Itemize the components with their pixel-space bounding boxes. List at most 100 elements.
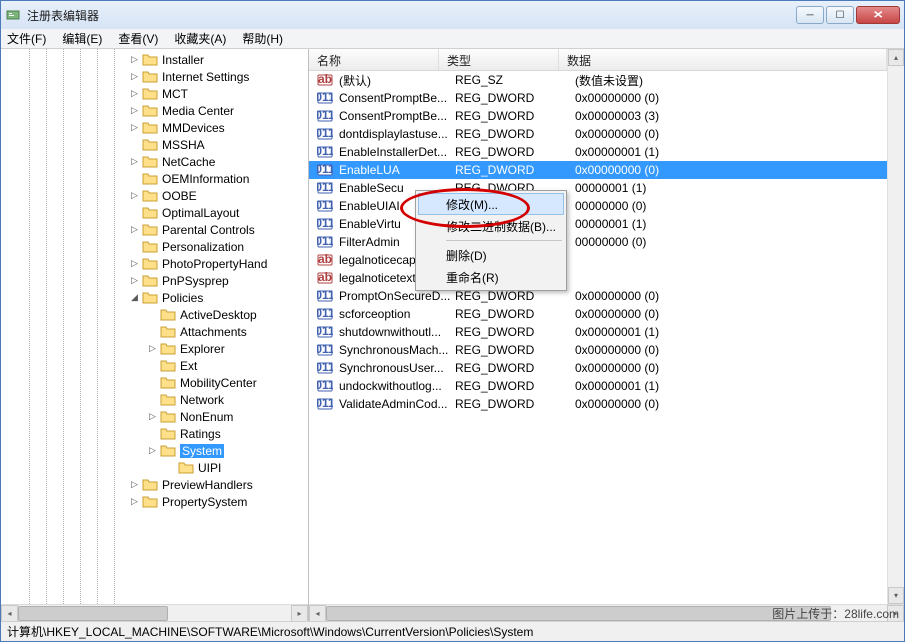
- expand-icon[interactable]: ▷: [129, 156, 140, 167]
- tree-item[interactable]: ▷PhotoPropertyHand: [1, 255, 308, 272]
- tree-item[interactable]: ▷PreviewHandlers: [1, 476, 308, 493]
- value-row[interactable]: 011shutdownwithoutl...REG_DWORD0x0000000…: [309, 323, 887, 341]
- expand-icon[interactable]: ▷: [147, 445, 158, 456]
- registry-tree[interactable]: ▷Installer▷Internet Settings▷MCT▷Media C…: [1, 49, 308, 510]
- value-row[interactable]: 011EnableInstallerDet...REG_DWORD0x00000…: [309, 143, 887, 161]
- ctx-modify-binary[interactable]: 修改二进制数据(B)...: [418, 215, 564, 237]
- tree-item[interactable]: Ratings: [1, 425, 308, 442]
- expand-icon[interactable]: ▷: [147, 411, 158, 422]
- value-row[interactable]: 011EnableUIAIREG_DWORD00000000 (0): [309, 197, 887, 215]
- ctx-rename[interactable]: 重命名(R): [418, 266, 564, 288]
- tree-item[interactable]: OptimalLayout: [1, 204, 308, 221]
- value-name: ConsentPromptBe...: [339, 109, 455, 123]
- menu-view[interactable]: 查看(V): [118, 30, 158, 47]
- ctx-modify[interactable]: 修改(M)...: [418, 193, 564, 215]
- value-data: 00000000 (0): [575, 235, 887, 249]
- scroll-down-button[interactable]: ▾: [888, 587, 904, 604]
- menu-file[interactable]: 文件(F): [7, 30, 46, 47]
- list-header[interactable]: 名称 类型 数据: [309, 49, 887, 71]
- tree-item[interactable]: ▷OOBE: [1, 187, 308, 204]
- expand-icon[interactable]: ▷: [129, 71, 140, 82]
- tree-item[interactable]: ▷ MCT: [1, 85, 308, 102]
- scroll-left-button[interactable]: ◂: [1, 605, 18, 622]
- tree-item[interactable]: ▷Installer: [1, 51, 308, 68]
- value-row[interactable]: 011ConsentPromptBe...REG_DWORD0x00000000…: [309, 89, 887, 107]
- tree-item[interactable]: ▷Internet Settings: [1, 68, 308, 85]
- value-row[interactable]: 011ValidateAdminCod...REG_DWORD0x0000000…: [309, 395, 887, 413]
- list-vscroll[interactable]: ▴ ▾: [887, 49, 904, 604]
- tree-label: Policies: [162, 291, 203, 305]
- tree-item[interactable]: ◢ Policies: [1, 289, 308, 306]
- expand-icon[interactable]: ▷: [129, 258, 140, 269]
- value-row[interactable]: 011SynchronousUser...REG_DWORD0x00000000…: [309, 359, 887, 377]
- expand-icon[interactable]: ▷: [147, 343, 158, 354]
- tree-item[interactable]: OEMInformation: [1, 170, 308, 187]
- scroll-left-button[interactable]: ◂: [309, 605, 326, 622]
- expand-icon[interactable]: ▷: [129, 190, 140, 201]
- expand-icon[interactable]: ▷: [129, 105, 140, 116]
- tree-item[interactable]: ▷Explorer: [1, 340, 308, 357]
- expand-icon[interactable]: ▷: [129, 54, 140, 65]
- ctx-delete[interactable]: 删除(D): [418, 244, 564, 266]
- svg-text:011: 011: [317, 360, 333, 374]
- titlebar[interactable]: 注册表编辑器 ─ ☐ ✕: [1, 1, 904, 29]
- minimize-button[interactable]: ─: [796, 6, 824, 24]
- col-name[interactable]: 名称: [309, 49, 439, 70]
- expand-icon[interactable]: ▷: [129, 275, 140, 286]
- col-type[interactable]: 类型: [439, 49, 559, 70]
- expand-icon[interactable]: ▷: [129, 224, 140, 235]
- tree-label: OptimalLayout: [162, 206, 239, 220]
- tree-item[interactable]: ▷ System: [1, 442, 308, 459]
- value-row[interactable]: 011FilterAdminREG_DWORD00000000 (0): [309, 233, 887, 251]
- value-list[interactable]: ab(默认)REG_SZ(数值未设置)011ConsentPromptBe...…: [309, 71, 887, 604]
- scroll-up-button[interactable]: ▴: [888, 49, 904, 66]
- tree-item[interactable]: Ext: [1, 357, 308, 374]
- value-row[interactable]: 011ConsentPromptBe...REG_DWORD0x00000003…: [309, 107, 887, 125]
- tree-item[interactable]: ▷MMDevices: [1, 119, 308, 136]
- tree-item[interactable]: ▷PropertySystem: [1, 493, 308, 510]
- value-row[interactable]: 011EnableLUAREG_DWORD0x00000000 (0): [309, 161, 887, 179]
- tree-item[interactable]: ▷Media Center: [1, 102, 308, 119]
- maximize-button[interactable]: ☐: [826, 6, 854, 24]
- scroll-right-button[interactable]: ▸: [291, 605, 308, 622]
- tree-item[interactable]: ActiveDesktop: [1, 306, 308, 323]
- value-row[interactable]: 011undockwithoutlog...REG_DWORD0x0000000…: [309, 377, 887, 395]
- tree-item[interactable]: MobilityCenter: [1, 374, 308, 391]
- tree-item[interactable]: Personalization: [1, 238, 308, 255]
- value-row[interactable]: ab(默认)REG_SZ(数值未设置): [309, 71, 887, 89]
- value-row[interactable]: 011PromptOnSecureD...REG_DWORD0x00000000…: [309, 287, 887, 305]
- col-data[interactable]: 数据: [559, 49, 887, 70]
- collapse-icon[interactable]: ◢: [129, 292, 140, 303]
- expand-icon[interactable]: ▷: [129, 122, 140, 133]
- tree-item[interactable]: UIPI: [1, 459, 308, 476]
- expand-icon[interactable]: ▷: [129, 479, 140, 490]
- tree-item[interactable]: ▷NonEnum: [1, 408, 308, 425]
- value-data: 0x00000003 (3): [575, 109, 887, 123]
- tree-item[interactable]: Attachments: [1, 323, 308, 340]
- value-row[interactable]: 011SynchronousMach...REG_DWORD0x00000000…: [309, 341, 887, 359]
- menu-help[interactable]: 帮助(H): [242, 30, 283, 47]
- string-value-icon: ab: [317, 270, 333, 286]
- menu-favorites[interactable]: 收藏夹(A): [174, 30, 226, 47]
- value-type: REG_DWORD: [455, 163, 575, 177]
- value-row[interactable]: ablegalnoticecaptionREG_SZ: [309, 251, 887, 269]
- expand-icon[interactable]: ▷: [129, 88, 140, 99]
- value-row[interactable]: 011dontdisplaylastuse...REG_DWORD0x00000…: [309, 125, 887, 143]
- tree-hscroll[interactable]: ◂ ▸: [1, 604, 308, 621]
- tree-item[interactable]: ▷Parental Controls: [1, 221, 308, 238]
- tree-label: System: [180, 444, 224, 458]
- value-row[interactable]: 011EnableVirtuREG_DWORD00000001 (1): [309, 215, 887, 233]
- close-button[interactable]: ✕: [856, 6, 900, 24]
- tree-label: NetCache: [162, 155, 215, 169]
- tree-item[interactable]: Network: [1, 391, 308, 408]
- menu-edit[interactable]: 编辑(E): [62, 30, 102, 47]
- value-row[interactable]: 011scforceoptionREG_DWORD0x00000000 (0): [309, 305, 887, 323]
- value-row[interactable]: 011EnableSecuREG_DWORD00000001 (1): [309, 179, 887, 197]
- value-row[interactable]: ablegalnoticetextREG_SZ: [309, 269, 887, 287]
- dword-value-icon: 011: [317, 324, 333, 340]
- tree-label: MCT: [162, 87, 188, 101]
- tree-item[interactable]: ▷ NetCache: [1, 153, 308, 170]
- tree-item[interactable]: MSSHA: [1, 136, 308, 153]
- expand-icon[interactable]: ▷: [129, 496, 140, 507]
- tree-item[interactable]: ▷PnPSysprep: [1, 272, 308, 289]
